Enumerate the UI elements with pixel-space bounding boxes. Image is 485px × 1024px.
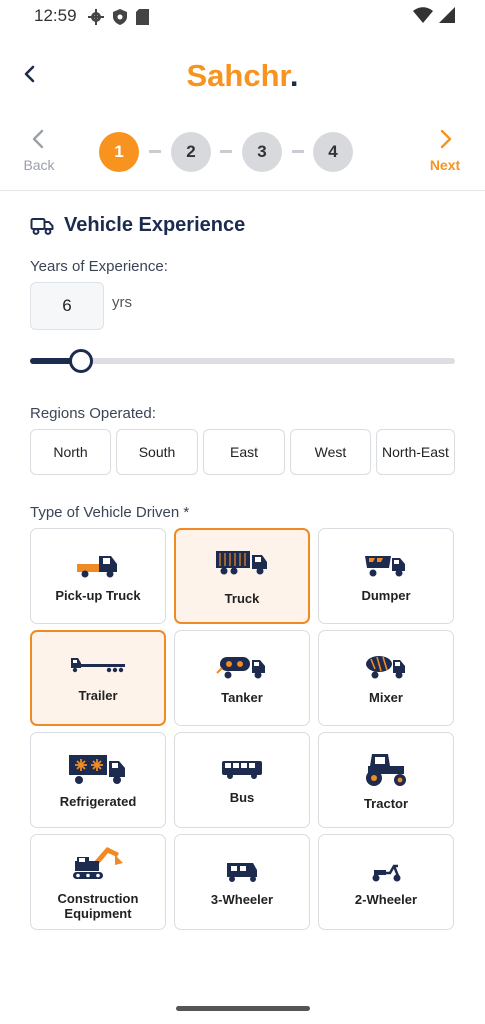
vehicle-label: Tractor xyxy=(363,795,409,811)
vehicle-type-label: Type of Vehicle Driven * xyxy=(30,504,190,521)
experience-label: Years of Experience: xyxy=(30,258,168,275)
region-chip-south[interactable]: South xyxy=(116,429,198,475)
vehicle-label: 2-Wheeler xyxy=(354,891,418,907)
vehicle-card-tractor[interactable]: Tractor xyxy=(318,732,454,828)
refrigerated-truck-icon xyxy=(69,754,125,784)
vehicle-label: Mixer xyxy=(369,689,403,705)
logo-dot: . xyxy=(289,58,299,93)
region-chip-north[interactable]: North xyxy=(30,429,111,475)
vehicle-card-tanker[interactable]: Tanker xyxy=(174,630,310,726)
next-step-label: Next xyxy=(429,157,461,173)
chevron-left-icon xyxy=(32,129,44,149)
vehicle-card-truck[interactable]: Truck xyxy=(174,528,310,624)
vehicle-type-grid: Pick-up Truck Truck Dumper Trailer Tanke… xyxy=(30,528,455,930)
step-indicator: Back 1 2 3 4 Next xyxy=(0,128,485,184)
truck-icon xyxy=(216,550,267,574)
excavator-icon xyxy=(73,847,123,879)
regions-chip-group: North South East West North-East xyxy=(30,429,455,475)
cellular-signal-icon xyxy=(439,7,455,23)
vehicle-card-dumper[interactable]: Dumper xyxy=(318,528,454,624)
vehicle-label: Trailer xyxy=(78,687,118,703)
vehicle-card-pickup-truck[interactable]: Pick-up Truck xyxy=(30,528,166,624)
pickup-truck-icon xyxy=(77,555,117,577)
experience-slider-thumb[interactable] xyxy=(69,349,93,373)
region-chip-east[interactable]: East xyxy=(203,429,285,475)
back-step-label: Back xyxy=(23,157,55,173)
years-unit-label: yrs xyxy=(112,294,132,311)
section-title: Vehicle Experience xyxy=(64,214,246,236)
vehicle-card-mixer[interactable]: Mixer xyxy=(318,630,454,726)
sim-card-icon xyxy=(136,9,149,25)
vehicle-label: Bus xyxy=(229,789,255,805)
three-wheeler-icon xyxy=(227,862,257,882)
dumper-icon xyxy=(365,555,405,576)
vehicle-label: Tanker xyxy=(221,689,263,705)
vehicle-label: Dumper xyxy=(361,587,411,603)
step-connector xyxy=(220,150,232,153)
chevron-right-icon xyxy=(440,129,452,149)
section-header: Vehicle Experience xyxy=(30,214,245,237)
experience-slider-track[interactable] xyxy=(30,358,455,364)
scooter-icon xyxy=(372,864,401,881)
app-header: Sahchr. xyxy=(0,48,485,108)
vehicle-card-construction-equipment[interactable]: Construction Equipment xyxy=(30,834,166,930)
vehicle-label: 3-Wheeler xyxy=(210,891,274,907)
shield-icon xyxy=(113,9,127,25)
app-logo: Sahchr. xyxy=(0,58,485,94)
mixer-icon xyxy=(366,655,405,678)
step-1: 1 xyxy=(99,132,139,172)
region-chip-west[interactable]: West xyxy=(290,429,371,475)
status-time: 12:59 xyxy=(34,6,77,25)
step-2: 2 xyxy=(171,132,211,172)
trailer-icon xyxy=(71,657,125,672)
vehicle-icon xyxy=(30,217,54,235)
back-step-button[interactable]: Back xyxy=(9,128,69,173)
vehicle-card-bus[interactable]: Bus xyxy=(174,732,310,828)
vehicle-card-refrigerated[interactable]: Refrigerated xyxy=(30,732,166,828)
vehicle-card-two-wheeler[interactable]: 2-Wheeler xyxy=(318,834,454,930)
settings-gear-icon xyxy=(88,9,104,25)
tractor-icon xyxy=(366,753,406,786)
tanker-icon xyxy=(216,656,265,678)
vehicle-label: Truck xyxy=(224,590,260,606)
step-connector xyxy=(149,150,161,153)
vehicle-card-trailer[interactable]: Trailer xyxy=(30,630,166,726)
years-experience-input[interactable]: 6 xyxy=(30,282,104,330)
vehicle-card-three-wheeler[interactable]: 3-Wheeler xyxy=(174,834,310,930)
next-step-button[interactable]: Next xyxy=(415,128,475,173)
vehicle-label: Construction Equipment xyxy=(57,891,139,921)
divider xyxy=(0,190,485,191)
bus-icon xyxy=(222,760,262,779)
logo-text: Sahchr xyxy=(186,58,290,93)
step-3: 3 xyxy=(242,132,282,172)
wifi-icon xyxy=(413,7,433,23)
step-connector xyxy=(292,150,304,153)
vehicle-label: Refrigerated xyxy=(59,793,137,809)
vehicle-label: Pick-up Truck xyxy=(55,587,141,603)
regions-label: Regions Operated: xyxy=(30,405,156,422)
home-indicator[interactable] xyxy=(176,1006,310,1011)
region-chip-north-east[interactable]: North-East xyxy=(376,429,455,475)
status-bar: 12:59 xyxy=(0,0,485,36)
step-4: 4 xyxy=(313,132,353,172)
